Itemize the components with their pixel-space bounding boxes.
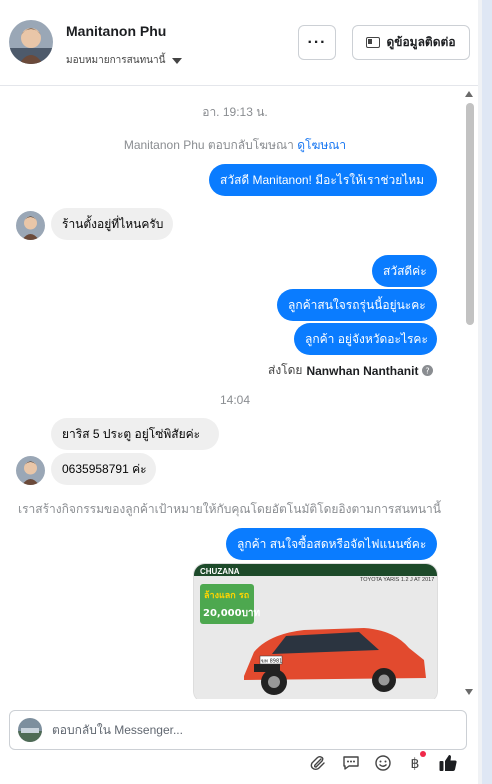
conversation-header: Manitanon Phu มอบหมายการสนทนานี้ ··· ดูข… xyxy=(0,0,478,86)
ad-reply-notice: Manitanon Phu ตอบกลับโฆษณา ดูโฆษณา xyxy=(0,136,470,155)
contact-avatar-small xyxy=(16,211,45,240)
image-attachment[interactable]: CHUZANA TOYOTA YARIS 1.2 J AT 2017 ล้างแ… xyxy=(193,563,438,699)
message-incoming: ยาริส 5 ประตู อยู่โซ่พิสัยค่ะ xyxy=(51,418,219,450)
reply-input[interactable] xyxy=(52,717,452,743)
plate-text: ฆท 8981 xyxy=(261,659,282,665)
reply-composer: ฿ xyxy=(0,699,478,784)
banner-text: CHUZANA xyxy=(200,567,240,576)
timestamp: 14:04 xyxy=(219,393,251,407)
page-avatar xyxy=(18,718,42,742)
caret-down-icon xyxy=(172,57,183,64)
timestamp: อา. 19:13 น. xyxy=(202,105,268,119)
payment-baht-icon[interactable]: ฿ xyxy=(403,751,427,775)
contact-avatar-small xyxy=(16,456,45,485)
ad-reply-text: Manitanon Phu ตอบกลับโฆษณา xyxy=(123,138,294,152)
message-thread: อา. 19:13 น. Manitanon Phu ตอบกลับโฆษณา … xyxy=(0,87,478,699)
scroll-up-arrow-icon[interactable] xyxy=(465,91,473,97)
thread-scrollbar[interactable] xyxy=(463,89,477,697)
emoji-icon[interactable] xyxy=(371,751,395,775)
assign-label: มอบหมายการสนทนานี้ xyxy=(66,55,166,66)
svg-text:?: ? xyxy=(426,367,430,376)
notification-dot xyxy=(420,751,426,757)
contact-card-icon xyxy=(366,37,381,48)
view-contact-info-button[interactable]: ดูข้อมูลติดต่อ xyxy=(352,25,470,60)
scroll-down-arrow-icon[interactable] xyxy=(465,689,473,695)
message-incoming: 0635958791 ค่ะ xyxy=(51,453,156,485)
promo-text: ล้างแลก รถ xyxy=(204,590,249,601)
message-outgoing: สวัสดีค่ะ xyxy=(372,255,437,287)
contact-avatar[interactable] xyxy=(9,20,53,64)
contact-name[interactable]: Manitanon Phu xyxy=(66,23,166,39)
view-contact-info-label: ดูข้อมูลติดต่อ xyxy=(386,35,456,49)
scroll-thumb[interactable] xyxy=(466,103,474,325)
reply-box[interactable] xyxy=(9,710,467,750)
like-thumbs-up-icon[interactable] xyxy=(436,751,460,775)
model-text: TOYOTA YARIS 1.2 J AT 2017 xyxy=(360,577,434,583)
message-outgoing: ลูกค้า สนใจซื้อสดหรือจัดไฟแนนซ์คะ xyxy=(226,528,437,560)
attach-icon[interactable] xyxy=(306,751,330,775)
svg-text:฿: ฿ xyxy=(411,756,420,772)
message-outgoing: สวัสดี Manitanon! มีอะไรให้เราช่วยไหม xyxy=(209,164,437,196)
page-edge-strip xyxy=(478,0,492,784)
saved-replies-icon[interactable] xyxy=(339,751,363,775)
promo-price: 20,000บาท xyxy=(203,608,261,619)
conversation-panel: Manitanon Phu มอบหมายการสนทนานี้ ··· ดูข… xyxy=(0,0,478,784)
sent-by-prefix: ส่งโดย xyxy=(268,363,303,377)
message-incoming: ร้านตั้งอยู่ที่ไหนครับ xyxy=(51,208,173,240)
system-notice: เราสร้างกิจกรรมของลูกค้าเป้าหมายให้กับคุ… xyxy=(18,502,441,516)
sent-by-name: Nanwhan Nanthanit xyxy=(306,363,419,378)
more-options-button[interactable]: ··· xyxy=(298,25,336,60)
help-icon[interactable]: ? xyxy=(422,365,434,376)
assign-conversation-dropdown[interactable]: มอบหมายการสนทนานี้ xyxy=(66,53,183,68)
message-outgoing: ลูกค้าสนใจรถรุ่นนี้อยู่นะคะ xyxy=(277,289,437,321)
sent-by-line: ส่งโดย Nanwhan Nanthanit ? xyxy=(268,361,434,380)
message-outgoing: ลูกค้า อยู่จังหวัดอะไรคะ xyxy=(294,323,437,355)
view-ad-link[interactable]: ดูโฆษณา xyxy=(297,138,346,152)
